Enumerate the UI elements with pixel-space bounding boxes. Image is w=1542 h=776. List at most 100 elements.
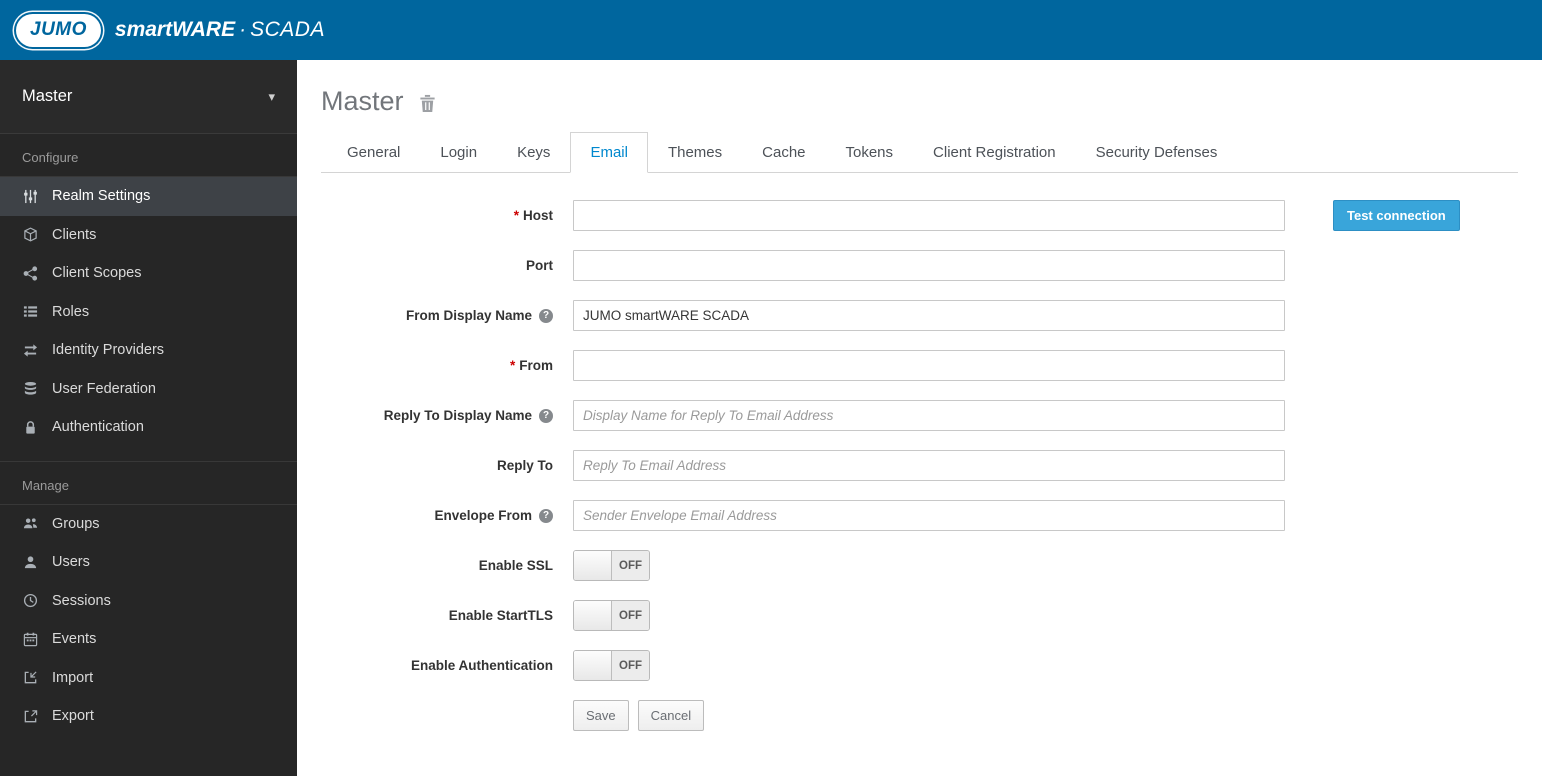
sidebar-item-groups[interactable]: Groups bbox=[0, 505, 297, 544]
page-title: Master bbox=[321, 86, 404, 116]
tab-email[interactable]: Email bbox=[570, 132, 648, 173]
tab-security-defenses[interactable]: Security Defenses bbox=[1076, 132, 1238, 173]
brand-scada: SCADA bbox=[250, 18, 325, 41]
port-label: Port bbox=[526, 258, 553, 273]
sidebar-item-users[interactable]: Users bbox=[0, 543, 297, 582]
host-row: * Host Test connection bbox=[321, 200, 1518, 231]
from-input[interactable] bbox=[573, 350, 1285, 381]
import-icon bbox=[22, 670, 39, 685]
reply-to-label: Reply To bbox=[496, 458, 553, 473]
reply-to-display-name-row: Reply To Display Name bbox=[321, 400, 1518, 431]
tab-client-registration[interactable]: Client Registration bbox=[913, 132, 1076, 173]
lock-icon bbox=[22, 420, 39, 435]
cancel-button[interactable]: Cancel bbox=[637, 700, 705, 731]
realm-selector[interactable]: Master bbox=[0, 60, 297, 134]
export-icon bbox=[22, 709, 39, 724]
enable-authentication-row: Enable Authentication OFF bbox=[321, 650, 1518, 681]
brand-title: smartWARE · SCADA bbox=[115, 18, 325, 42]
test-connection-button[interactable]: Test connection bbox=[1333, 200, 1460, 231]
database-icon bbox=[22, 381, 39, 396]
sidebar-item-clients[interactable]: Clients bbox=[0, 216, 297, 255]
sidebar-item-realm-settings[interactable]: Realm Settings bbox=[0, 177, 297, 216]
enable-starttls-row: Enable StartTLS OFF bbox=[321, 600, 1518, 631]
from-display-name-label: From Display Name bbox=[321, 308, 553, 323]
from-label: * From bbox=[509, 358, 553, 373]
question-icon[interactable] bbox=[539, 408, 553, 423]
sidebar-item-label: Events bbox=[52, 631, 97, 648]
toggle-state-label: OFF bbox=[612, 601, 649, 630]
reply-to-input[interactable] bbox=[573, 450, 1285, 481]
sidebar-item-label: Sessions bbox=[52, 592, 111, 609]
question-icon[interactable] bbox=[539, 308, 553, 323]
port-input[interactable] bbox=[573, 250, 1285, 281]
reply-to-display-name-input[interactable] bbox=[573, 400, 1285, 431]
enable-ssl-row: Enable SSL OFF bbox=[321, 550, 1518, 581]
sidebar-item-roles[interactable]: Roles bbox=[0, 293, 297, 332]
sidebar-item-label: Groups bbox=[52, 515, 100, 532]
realm-selector-label: Master bbox=[22, 87, 73, 105]
sidebar: Master Configure Realm Settings Clients bbox=[0, 60, 297, 776]
brand-smartware: smartWARE bbox=[114, 18, 236, 41]
sidebar-item-identity-providers[interactable]: Identity Providers bbox=[0, 331, 297, 370]
sidebar-item-user-federation[interactable]: User Federation bbox=[0, 370, 297, 409]
sidebar-item-events[interactable]: Events bbox=[0, 620, 297, 659]
groups-icon bbox=[22, 516, 39, 531]
sidebar-item-import[interactable]: Import bbox=[0, 659, 297, 698]
email-settings-form: * Host Test connection Port From Display… bbox=[321, 200, 1518, 761]
port-row: Port bbox=[321, 250, 1518, 281]
enable-starttls-label: Enable StartTLS bbox=[448, 608, 553, 623]
main-content: Master General Login Keys Email Themes C… bbox=[297, 60, 1542, 776]
from-row: * From bbox=[321, 350, 1518, 381]
sidebar-item-label: Authentication bbox=[52, 419, 144, 436]
host-input[interactable] bbox=[573, 200, 1285, 231]
envelope-from-label: Envelope From bbox=[321, 508, 553, 523]
section-label-configure: Configure bbox=[0, 134, 297, 177]
sidebar-section-configure: Configure Realm Settings Clients Client … bbox=[0, 134, 297, 447]
toggle-knob bbox=[574, 601, 612, 630]
tab-keys[interactable]: Keys bbox=[497, 132, 570, 173]
sidebar-section-manage: Manage Groups Users Sessions Events Impo… bbox=[0, 460, 297, 736]
sidebar-item-label: Realm Settings bbox=[52, 188, 151, 205]
sidebar-item-sessions[interactable]: Sessions bbox=[0, 582, 297, 621]
host-label: * Host bbox=[513, 208, 553, 223]
sidebar-item-label: Identity Providers bbox=[52, 342, 165, 359]
sidebar-item-label: User Federation bbox=[52, 380, 156, 397]
enable-authentication-toggle[interactable]: OFF bbox=[573, 650, 650, 681]
envelope-from-input[interactable] bbox=[573, 500, 1285, 531]
calendar-icon bbox=[22, 632, 39, 647]
tab-themes[interactable]: Themes bbox=[648, 132, 742, 173]
cube-icon bbox=[22, 227, 39, 242]
app-header: JUMO smartWARE · SCADA bbox=[0, 0, 1542, 60]
from-display-name-row: From Display Name bbox=[321, 300, 1518, 331]
save-button[interactable]: Save bbox=[573, 700, 629, 731]
title-row: Master bbox=[321, 86, 1518, 117]
tab-tokens[interactable]: Tokens bbox=[826, 132, 914, 173]
enable-starttls-toggle[interactable]: OFF bbox=[573, 600, 650, 631]
sidebar-item-authentication[interactable]: Authentication bbox=[0, 408, 297, 447]
sidebar-item-export[interactable]: Export bbox=[0, 697, 297, 736]
sidebar-item-label: Import bbox=[52, 669, 94, 686]
sidebar-item-client-scopes[interactable]: Client Scopes bbox=[0, 254, 297, 293]
sidebar-item-label: Clients bbox=[52, 226, 97, 243]
toggle-knob bbox=[574, 551, 612, 580]
question-icon[interactable] bbox=[539, 508, 553, 523]
tab-login[interactable]: Login bbox=[420, 132, 497, 173]
enable-ssl-toggle[interactable]: OFF bbox=[573, 550, 650, 581]
section-label-manage: Manage bbox=[0, 460, 297, 505]
arrows-swap-icon bbox=[22, 343, 39, 358]
trash-icon[interactable] bbox=[418, 94, 437, 113]
enable-authentication-label: Enable Authentication bbox=[410, 658, 553, 673]
user-icon bbox=[22, 555, 39, 570]
enable-ssl-label: Enable SSL bbox=[478, 558, 553, 573]
tab-cache[interactable]: Cache bbox=[742, 132, 825, 173]
tab-general[interactable]: General bbox=[327, 132, 420, 173]
sliders-icon bbox=[22, 189, 39, 204]
toggle-knob bbox=[574, 651, 612, 680]
from-display-name-input[interactable] bbox=[573, 300, 1285, 331]
brand-separator: · bbox=[239, 18, 247, 41]
clock-icon bbox=[22, 593, 39, 608]
toggle-state-label: OFF bbox=[612, 551, 649, 580]
scopes-network-icon bbox=[22, 266, 39, 281]
sidebar-item-label: Roles bbox=[52, 303, 90, 320]
toggle-state-label: OFF bbox=[612, 651, 649, 680]
